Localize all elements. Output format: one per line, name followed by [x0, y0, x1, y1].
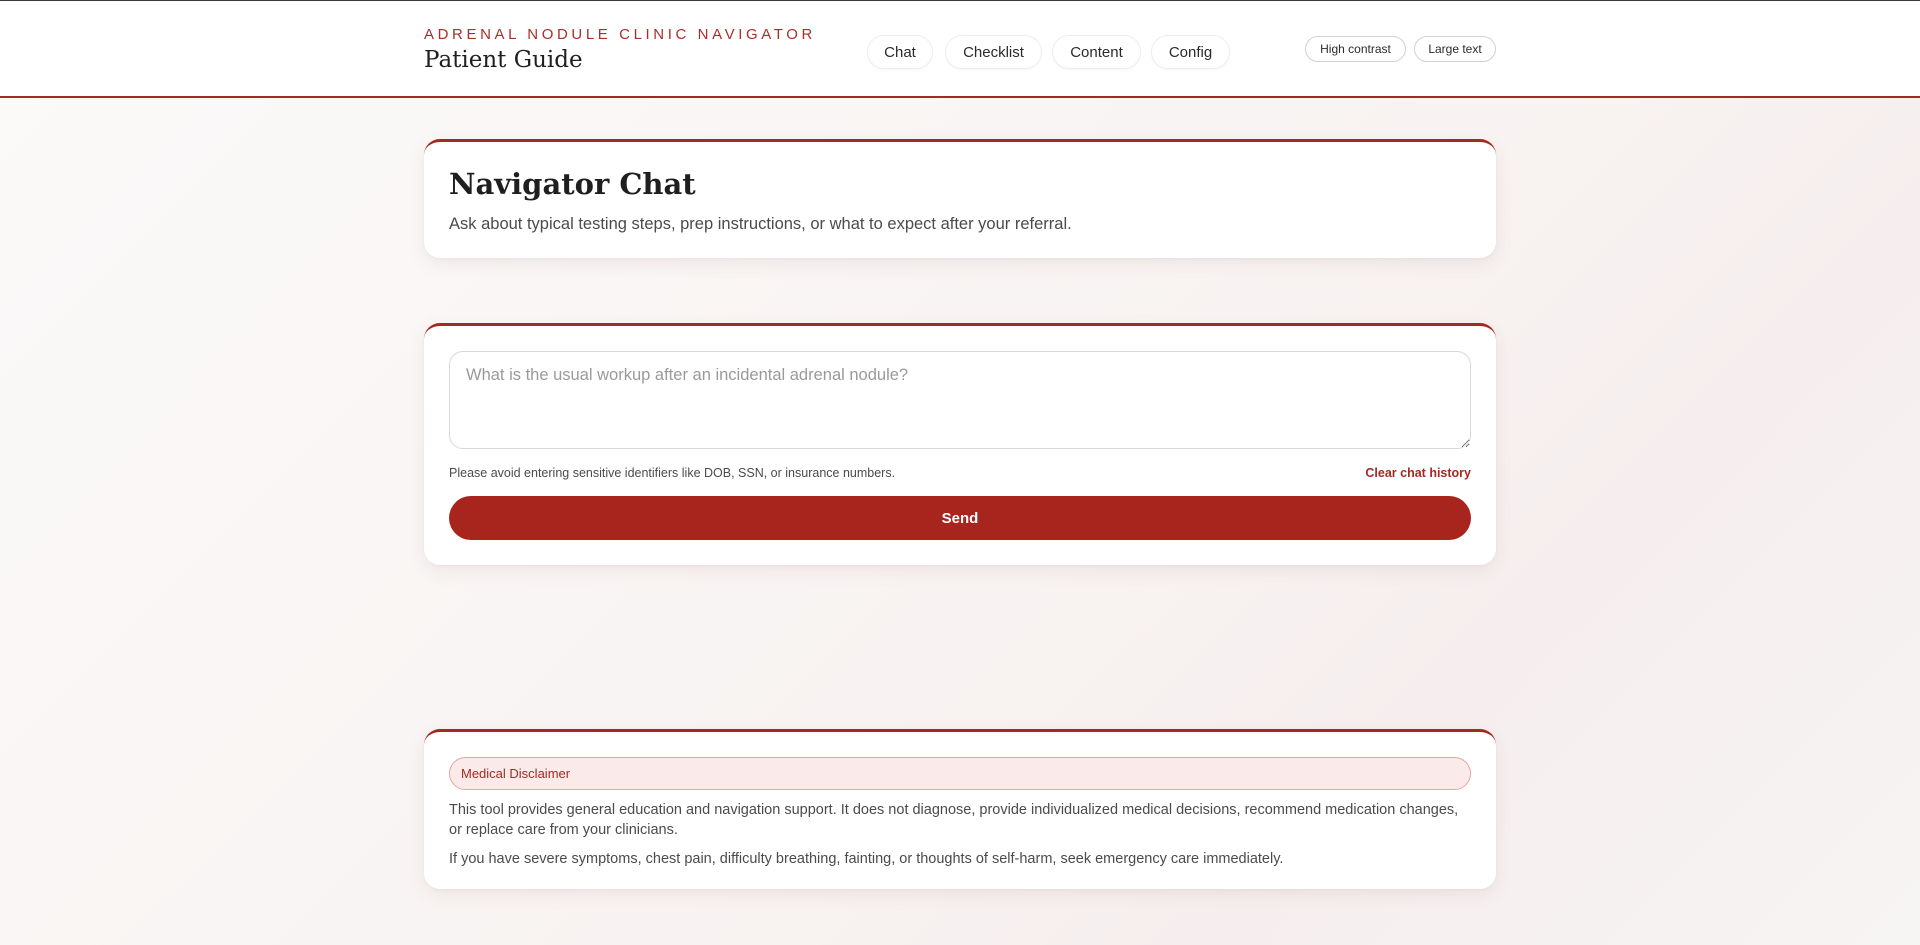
- page-subtitle: Ask about typical testing steps, prep in…: [449, 215, 1072, 233]
- send-button[interactable]: Send: [449, 496, 1471, 540]
- brand-kicker: ADRENAL NODULE CLINIC NAVIGATOR: [424, 26, 816, 43]
- page-title: Navigator Chat: [449, 167, 696, 201]
- large-text-toggle[interactable]: Large text: [1414, 36, 1496, 62]
- nav-item-content[interactable]: Content: [1052, 35, 1141, 69]
- chat-card: Please avoid entering sensitive identifi…: [424, 323, 1496, 565]
- clear-chat-history-link[interactable]: Clear chat history: [1365, 466, 1471, 480]
- disclaimer-text: This tool provides general education and…: [449, 802, 1459, 838]
- nav-item-checklist[interactable]: Checklist: [945, 35, 1042, 69]
- brand-title: Patient Guide: [424, 47, 583, 73]
- page-header-card: Navigator Chat Ask about typical testing…: [424, 139, 1496, 258]
- disclaimer-badge: Medical Disclaimer: [449, 757, 1471, 790]
- privacy-note: Please avoid entering sensitive identifi…: [449, 466, 896, 480]
- app-header: ADRENAL NODULE CLINIC NAVIGATOR Patient …: [0, 1, 1920, 98]
- nav-item-chat[interactable]: Chat: [867, 35, 933, 69]
- emergency-notice: If you have severe symptoms, chest pain,…: [449, 851, 1284, 867]
- nav-item-config[interactable]: Config: [1151, 35, 1230, 69]
- high-contrast-toggle[interactable]: High contrast: [1305, 36, 1406, 62]
- chat-input[interactable]: [449, 351, 1471, 449]
- disclaimer-card: Medical Disclaimer This tool provides ge…: [424, 729, 1496, 889]
